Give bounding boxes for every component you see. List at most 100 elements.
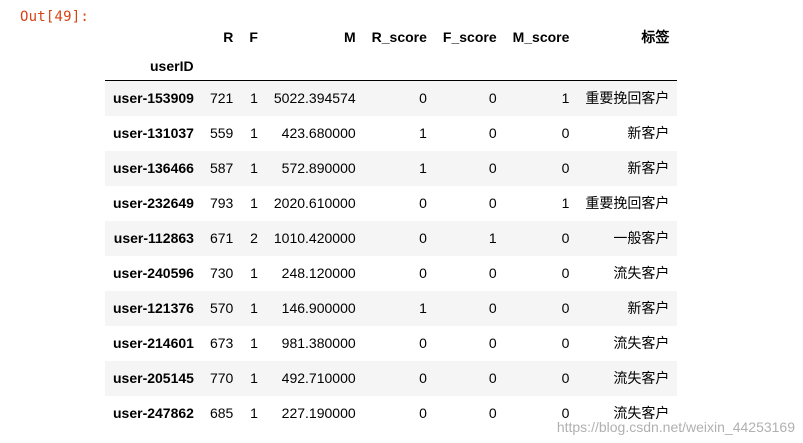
cell-f-score: 0 — [488, 404, 497, 421]
cell-r: 721 — [209, 89, 234, 106]
table-row: user-153909 721 1 5022.394574 0 0 1 重要挽回… — [105, 80, 678, 116]
cell-r: 673 — [209, 334, 234, 351]
column-header-f: F — [249, 29, 258, 45]
cell-label: 新客户 — [627, 299, 670, 316]
column-header-label: 标签 — [641, 29, 670, 45]
row-index: user-205145 — [113, 369, 194, 386]
cell-r-score: 0 — [419, 404, 427, 421]
cell-m-score: 0 — [561, 334, 570, 351]
cell-label: 流失客户 — [613, 369, 670, 386]
column-header-r: R — [223, 29, 234, 45]
watermark: https://blog.csdn.net/weixin_44253169 — [556, 419, 795, 435]
cell-f: 2 — [250, 229, 258, 246]
cell-r: 793 — [209, 194, 234, 211]
cell-r: 770 — [209, 369, 234, 386]
cell-label: 流失客户 — [613, 264, 670, 281]
cell-f-score: 0 — [488, 89, 497, 106]
cell-r-score: 0 — [419, 194, 427, 211]
cell-m-score: 0 — [561, 229, 570, 246]
dataframe-table: R F M R_score F_score M_score 标签 userID … — [105, 23, 678, 431]
table-row: user-112863 671 2 1010.420000 0 1 0 一般客户 — [105, 220, 678, 256]
cell-f-score: 0 — [488, 299, 497, 316]
cell-m-score: 0 — [561, 264, 570, 281]
cell-m: 1010.420000 — [273, 229, 356, 246]
cell-m: 248.120000 — [281, 264, 356, 281]
cell-r-score: 0 — [419, 229, 427, 246]
cell-r: 730 — [209, 264, 234, 281]
cell-m: 2020.610000 — [273, 194, 356, 211]
row-index: user-136466 — [113, 159, 194, 176]
cell-m: 146.900000 — [281, 299, 356, 316]
column-header-row: R F M R_score F_score M_score 标签 — [105, 23, 677, 52]
cell-r: 570 — [209, 299, 234, 316]
index-header-row: userID — [105, 52, 678, 81]
row-index: user-247862 — [113, 404, 194, 421]
cell-m: 981.380000 — [281, 334, 356, 351]
cell-f: 1 — [250, 334, 258, 351]
cell-label: 重要挽回客户 — [585, 194, 670, 211]
cell-f: 1 — [250, 89, 258, 106]
row-index: user-112863 — [113, 229, 194, 246]
cell-f-score: 0 — [488, 369, 497, 386]
cell-f: 1 — [250, 404, 258, 421]
cell-m: 423.680000 — [281, 124, 356, 141]
row-index: user-131037 — [113, 124, 194, 141]
cell-f-score: 0 — [488, 334, 497, 351]
cell-label: 新客户 — [627, 159, 670, 176]
row-index: user-240596 — [113, 264, 194, 281]
output-prompt: Out[49]: — [20, 9, 90, 25]
cell-label: 新客户 — [627, 124, 670, 141]
cell-label: 流失客户 — [613, 334, 670, 351]
row-index: user-153909 — [113, 89, 194, 106]
cell-f: 1 — [250, 264, 258, 281]
table-row: user-121376 570 1 146.900000 1 0 0 新客户 — [105, 290, 678, 326]
cell-m-score: 1 — [561, 194, 570, 211]
cell-f: 1 — [250, 194, 258, 211]
cell-m: 492.710000 — [281, 369, 356, 386]
row-index: user-214601 — [113, 334, 194, 351]
cell-r-score: 1 — [419, 299, 427, 316]
index-corner-cell — [105, 23, 202, 52]
cell-r-score: 1 — [419, 159, 427, 176]
table-row: user-214601 673 1 981.380000 0 0 0 流失客户 — [105, 325, 678, 361]
cell-r: 685 — [209, 404, 234, 421]
cell-m: 572.890000 — [281, 159, 356, 176]
cell-r: 559 — [209, 124, 234, 141]
cell-m-score: 0 — [561, 299, 570, 316]
table-row: user-240596 730 1 248.120000 0 0 0 流失客户 — [105, 255, 678, 291]
cell-f-score: 1 — [488, 229, 497, 246]
cell-f: 1 — [250, 299, 258, 316]
cell-m: 227.190000 — [281, 404, 356, 421]
row-index: user-232649 — [113, 194, 194, 211]
table-row: user-205145 770 1 492.710000 0 0 0 流失客户 — [105, 360, 678, 396]
cell-r-score: 0 — [419, 264, 427, 281]
cell-m-score: 1 — [561, 89, 570, 106]
cell-r-score: 0 — [419, 369, 427, 386]
cell-f: 1 — [250, 159, 258, 176]
column-header-f-score: F_score — [442, 29, 497, 45]
table-row: user-136466 587 1 572.890000 1 0 0 新客户 — [105, 150, 678, 186]
table-row: user-232649 793 1 2020.610000 0 0 1 重要挽回… — [105, 185, 678, 221]
cell-r: 587 — [209, 159, 234, 176]
cell-f-score: 0 — [488, 194, 497, 211]
cell-f-score: 0 — [488, 264, 497, 281]
cell-label: 一般客户 — [613, 229, 670, 246]
index-name: userID — [150, 57, 194, 74]
cell-f: 1 — [250, 124, 258, 141]
cell-r: 671 — [209, 229, 234, 246]
cell-m-score: 0 — [561, 124, 570, 141]
column-header-r-score: R_score — [371, 29, 427, 45]
row-index: user-121376 — [113, 299, 194, 316]
cell-m: 5022.394574 — [273, 89, 356, 106]
cell-r-score: 0 — [419, 334, 427, 351]
cell-m-score: 0 — [561, 369, 570, 386]
column-header-m-score: M_score — [512, 29, 570, 45]
cell-label: 重要挽回客户 — [585, 89, 670, 106]
cell-r-score: 0 — [419, 89, 427, 106]
cell-m-score: 0 — [561, 159, 570, 176]
cell-f-score: 0 — [488, 124, 497, 141]
column-header-m: M — [343, 29, 356, 45]
cell-r-score: 1 — [419, 124, 427, 141]
table-row: user-131037 559 1 423.680000 1 0 0 新客户 — [105, 115, 678, 151]
cell-f-score: 0 — [488, 159, 497, 176]
